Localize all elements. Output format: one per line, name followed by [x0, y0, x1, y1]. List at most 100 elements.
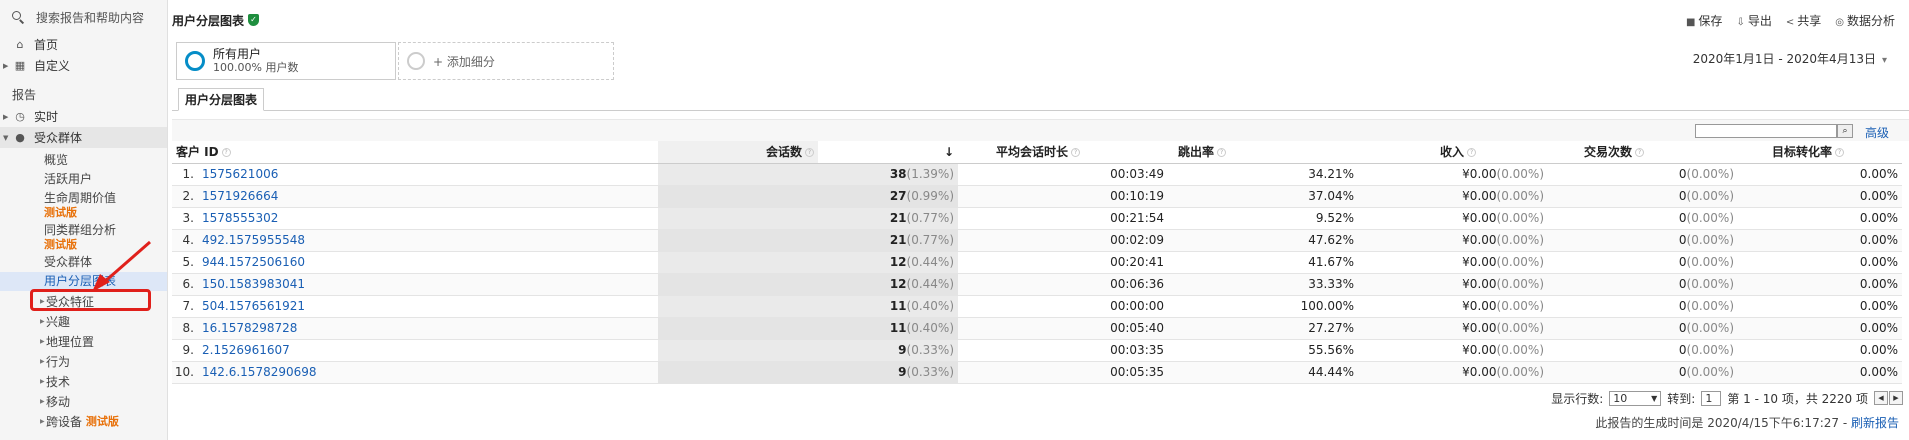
- client-id-link[interactable]: 1575621006: [200, 163, 659, 186]
- sidebar-child-technology[interactable]: ▶ 技术: [0, 371, 167, 391]
- bounce-rate-cell: 27.27%: [1168, 317, 1359, 340]
- revenue-value: ¥0.00: [1462, 343, 1497, 357]
- transactions-value: 0: [1678, 299, 1687, 313]
- refresh-report-link[interactable]: 刷新报告: [1851, 416, 1899, 430]
- sidebar-sub-lifetime-value[interactable]: 生命周期价值 测试版: [0, 189, 167, 221]
- share-icon: <: [1785, 16, 1795, 28]
- client-id-link[interactable]: 492.1575955548: [200, 229, 659, 252]
- bounce-rate-cell: 47.62%: [1168, 229, 1359, 252]
- col-header-transactions[interactable]: 交易次数?: [1548, 141, 1739, 164]
- revenue-value: ¥0.00: [1462, 299, 1497, 313]
- client-id-link[interactable]: 1571926664: [200, 185, 659, 208]
- col-header-revenue[interactable]: 收入?: [1358, 141, 1549, 164]
- advanced-filter-link[interactable]: 高级: [1865, 124, 1889, 141]
- transactions-value: 0: [1678, 189, 1687, 203]
- col-header-client-id[interactable]: 客户 ID?: [172, 141, 659, 164]
- row-index: 9.: [172, 339, 200, 362]
- sidebar-search[interactable]: 搜索报告和帮助内容: [0, 0, 167, 34]
- transactions-cell: 0(0.00%): [1548, 163, 1739, 186]
- transactions-pct: (0.00%): [1686, 277, 1735, 291]
- goal-conversion-cell: 0.00%: [1738, 339, 1903, 362]
- share-label: 共享: [1797, 13, 1822, 28]
- tab-user-explorer[interactable]: 用户分层图表: [178, 88, 265, 111]
- goal-conversion-cell: 0.00%: [1738, 251, 1903, 274]
- sort-desc-icon[interactable]: ↓: [818, 141, 959, 164]
- row-index: 1.: [172, 163, 200, 186]
- sidebar-child-cross-device[interactable]: ▶ 跨设备 测试版: [0, 411, 167, 431]
- col-header-bounce-rate[interactable]: 跳出率?: [1168, 141, 1359, 164]
- col-header-avg-duration[interactable]: 平均会话时长?: [958, 141, 1169, 164]
- sessions-value: 21: [889, 211, 907, 225]
- revenue-pct: (0.00%): [1496, 365, 1545, 379]
- sessions-pct: (0.33%): [906, 343, 955, 357]
- export-icon: ⇩: [1736, 16, 1745, 28]
- sidebar-child-interests[interactable]: ▶ 兴趣: [0, 311, 167, 331]
- sidebar-child-behavior[interactable]: ▶ 行为: [0, 351, 167, 371]
- sidebar-item-home[interactable]: ⌂ 首页: [0, 34, 167, 55]
- col-header-goal-conversion[interactable]: 目标转化率?: [1738, 141, 1903, 164]
- sessions-pct: (0.40%): [906, 321, 955, 335]
- bounce-rate-cell: 33.33%: [1168, 273, 1359, 296]
- segment-all-users[interactable]: 所有用户 100.00% 用户数: [176, 42, 396, 80]
- client-id-link[interactable]: 16.1578298728: [200, 317, 659, 340]
- page-range-text: 第 1 - 10 项，共 2220 项: [1727, 391, 1868, 406]
- rows-per-page-select[interactable]: 10: [1609, 390, 1662, 406]
- sidebar-child-geo[interactable]: ▶ 地理位置: [0, 331, 167, 351]
- expand-arrow-icon: ▶: [40, 397, 45, 405]
- insights-button[interactable]: ◎ 数据分析: [1835, 12, 1895, 29]
- revenue-value: ¥0.00: [1462, 365, 1497, 379]
- person-icon: ●: [15, 131, 25, 144]
- sidebar-child-mobile[interactable]: ▶ 移动: [0, 391, 167, 411]
- sessions-cell: 27(0.99%): [658, 185, 959, 208]
- add-segment-button[interactable]: + 添加细分: [398, 42, 614, 80]
- client-id-link[interactable]: 2.1526961607: [200, 339, 659, 362]
- date-range-picker[interactable]: 2020年1月1日 - 2020年4月13日: [1693, 50, 1887, 67]
- col-header-sessions[interactable]: 会话数?: [658, 141, 819, 164]
- client-id-link[interactable]: 944.1572506160: [200, 251, 659, 274]
- filter-input[interactable]: [1695, 124, 1837, 138]
- sessions-pct: (1.39%): [906, 167, 955, 181]
- sidebar-sub-overview[interactable]: 概览: [0, 151, 167, 170]
- client-id-link[interactable]: 1578555302: [200, 207, 659, 230]
- client-id-link[interactable]: 150.1583983041: [200, 273, 659, 296]
- transactions-value: 0: [1678, 277, 1687, 291]
- table-row: 3. 1578555302 21(0.77%) 00:21:54 9.52% ¥0.00(…: [172, 207, 1903, 230]
- export-button[interactable]: ⇩ 导出: [1736, 12, 1771, 29]
- sessions-value: 9: [898, 343, 907, 357]
- sidebar-item-custom[interactable]: ▶ ▦ 自定义: [0, 55, 167, 76]
- segment-ring-icon: [185, 51, 205, 71]
- sidebar-item-audience[interactable]: ▼ ● 受众群体: [0, 127, 167, 148]
- transactions-value: 0: [1678, 211, 1687, 225]
- revenue-pct: (0.00%): [1496, 277, 1545, 291]
- save-button[interactable]: ■ 保存: [1686, 12, 1722, 29]
- share-button[interactable]: < 共享: [1786, 12, 1821, 29]
- transactions-value: 0: [1678, 167, 1687, 181]
- main-content: 用户分层图表 ✓ ■ 保存 ⇩ 导出 < 共享 ◎ 数据分析 所有用户 100.00% …: [168, 0, 1909, 440]
- bounce-rate-cell: 37.04%: [1168, 185, 1359, 208]
- table-row: 1. 1575621006 38(1.39%) 00:03:49 34.21% ¥0.00…: [172, 163, 1903, 186]
- search-input[interactable]: 搜索报告和帮助内容: [36, 9, 144, 26]
- client-id-link[interactable]: 142.6.1578290698: [200, 361, 659, 384]
- clock-icon: ◷: [15, 110, 25, 123]
- sidebar-item-label: 受众群体: [34, 131, 83, 145]
- transactions-pct: (0.00%): [1686, 189, 1735, 203]
- sidebar-sub-active-users[interactable]: 活跃用户: [0, 170, 167, 189]
- rows-label: 显示行数:: [1551, 391, 1604, 406]
- expand-arrow-icon: ▶: [40, 317, 45, 325]
- next-page-button[interactable]: ▶: [1889, 391, 1903, 405]
- sidebar-item-realtime[interactable]: ▶ ◷ 实时: [0, 106, 167, 127]
- prev-page-button[interactable]: ◀: [1874, 391, 1888, 405]
- goto-page-input[interactable]: 1: [1701, 390, 1722, 406]
- filter-search-button[interactable]: ⌕: [1837, 124, 1853, 138]
- avg-duration-cell: 00:05:40: [958, 317, 1169, 340]
- sessions-cell: 11(0.40%): [658, 317, 959, 340]
- sidebar-item-label: 首页: [34, 38, 59, 52]
- help-icon: ?: [1635, 148, 1645, 158]
- client-id-link[interactable]: 504.1576561921: [200, 295, 659, 318]
- avg-duration-cell: 00:21:54: [958, 207, 1169, 230]
- col-header-label: 会话数: [766, 145, 803, 160]
- row-index: 3.: [172, 207, 200, 230]
- transactions-pct: (0.00%): [1686, 211, 1735, 225]
- beta-badge: 测试版: [85, 415, 119, 428]
- avg-duration-cell: 00:10:19: [958, 185, 1169, 208]
